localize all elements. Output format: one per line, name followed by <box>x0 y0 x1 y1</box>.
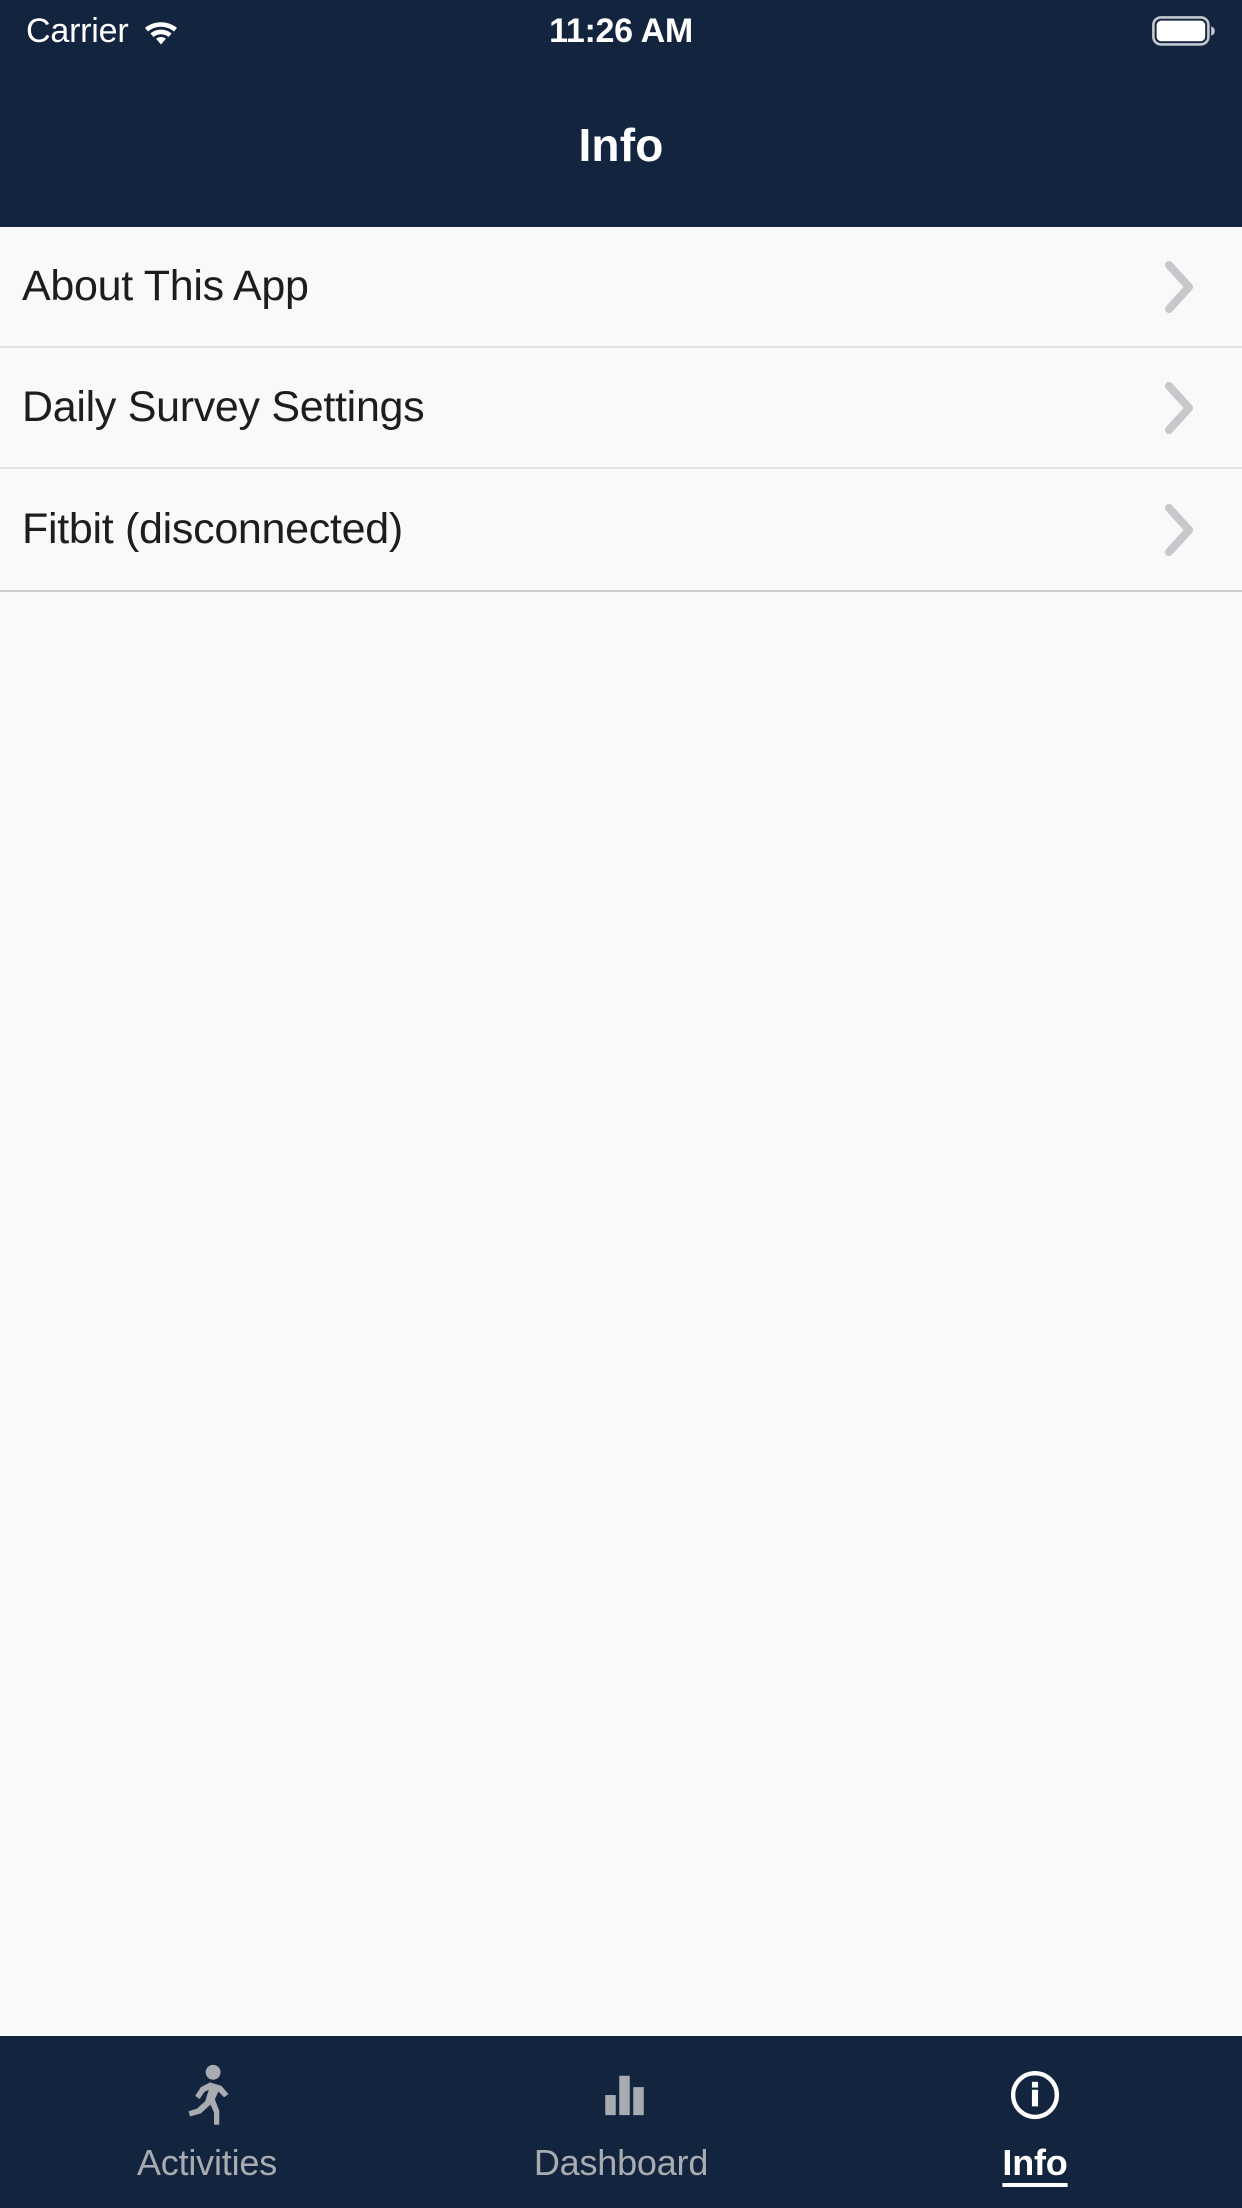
info-circle-icon <box>1007 2058 1063 2132</box>
list-item-label: About This App <box>22 262 309 310</box>
status-bar-right <box>1152 16 1216 46</box>
status-bar-time: 11:26 AM <box>549 11 693 50</box>
status-bar: Carrier 11:26 AM <box>0 0 1242 62</box>
tab-dashboard[interactable]: Dashboard <box>414 2036 828 2184</box>
settings-list: About This App Daily Survey Settings Fit… <box>0 227 1242 592</box>
navigation-bar: Info <box>0 62 1242 227</box>
list-item-fitbit[interactable]: Fitbit (disconnected) <box>0 469 1242 590</box>
tab-label: Activities <box>136 2142 278 2183</box>
tab-info[interactable]: Info <box>828 2036 1242 2184</box>
tab-bar: Activities Dashboard Info <box>0 2036 1242 2208</box>
page-title: Info <box>578 118 664 171</box>
running-person-icon <box>179 2058 235 2132</box>
chevron-right-icon <box>1162 503 1196 557</box>
tab-label: Info <box>1002 2142 1068 2183</box>
list-item-label: Fitbit (disconnected) <box>22 505 403 553</box>
app-screen: Carrier 11:26 AM Info About This App Dai… <box>0 0 1242 2208</box>
tab-activities[interactable]: Activities <box>0 2036 414 2184</box>
battery-full-icon <box>1152 16 1216 46</box>
carrier-label: Carrier <box>26 11 129 50</box>
list-item-label: Daily Survey Settings <box>22 383 425 431</box>
wifi-icon <box>143 17 179 45</box>
content-area: About This App Daily Survey Settings Fit… <box>0 227 1242 2036</box>
chevron-right-icon <box>1162 381 1196 435</box>
list-item-about-this-app[interactable]: About This App <box>0 227 1242 348</box>
bar-chart-icon <box>593 2058 649 2132</box>
list-item-daily-survey-settings[interactable]: Daily Survey Settings <box>0 348 1242 469</box>
tab-label: Dashboard <box>533 2142 709 2183</box>
chevron-right-icon <box>1162 260 1196 314</box>
status-bar-left: Carrier <box>26 12 179 51</box>
